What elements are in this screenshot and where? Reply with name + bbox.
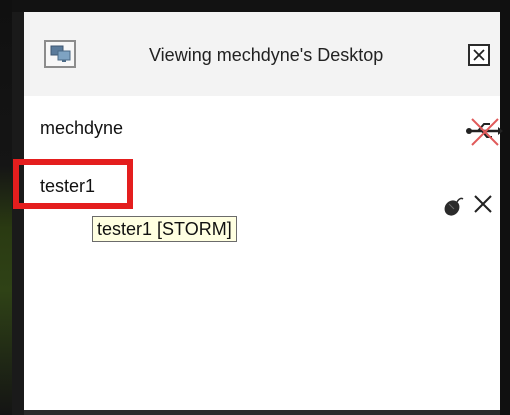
background-edge (0, 0, 12, 415)
panel-shadow (12, 12, 24, 415)
remove-icon[interactable] (472, 193, 494, 215)
tooltip: tester1 [STORM] (92, 216, 237, 242)
usb-disconnected-icon[interactable] (464, 111, 504, 151)
background-edge (0, 0, 510, 12)
viewer-panel: Viewing mechdyne's Desktop mechdyne test… (24, 12, 503, 415)
background-edge (24, 410, 500, 415)
highlight-box (13, 159, 133, 209)
mouse-control-icon[interactable] (442, 194, 466, 218)
background-edge (500, 0, 510, 415)
shared-desktop-icon[interactable] (44, 40, 76, 68)
title-bar: Viewing mechdyne's Desktop (24, 12, 500, 96)
close-button[interactable] (468, 44, 490, 66)
user-name-mechdyne[interactable]: mechdyne (40, 118, 123, 139)
close-icon (473, 49, 485, 61)
screen: Viewing mechdyne's Desktop mechdyne test… (0, 0, 510, 415)
window-title: Viewing mechdyne's Desktop (149, 45, 384, 65)
